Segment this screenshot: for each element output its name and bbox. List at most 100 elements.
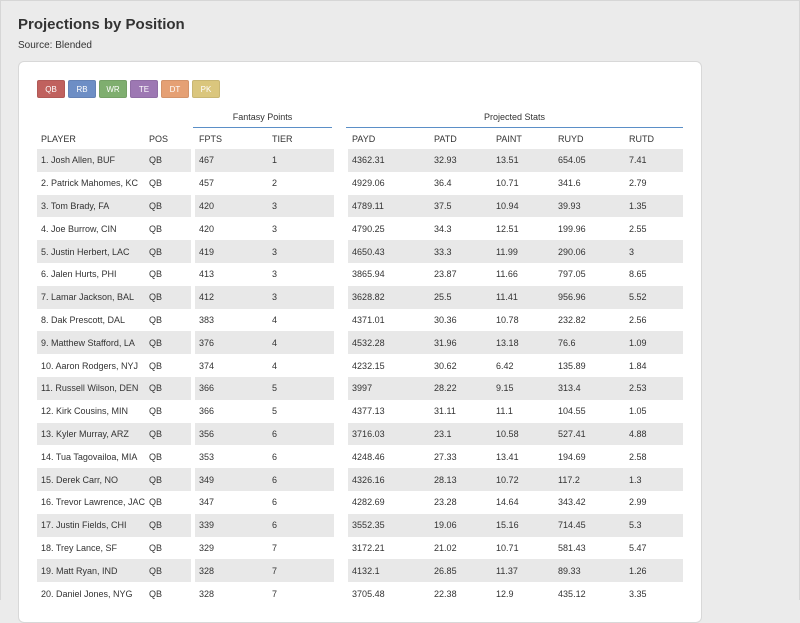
paint-cell: 11.1 <box>492 399 555 423</box>
fpts-cell: 383 <box>195 308 269 332</box>
rutd-cell: 1.84 <box>625 354 684 377</box>
player-name-cell: 8. Dak Prescott, DAL <box>37 308 146 332</box>
position-filter-te-button[interactable]: TE <box>130 80 158 98</box>
column-header-ruyd[interactable]: RUYD <box>554 129 625 149</box>
table-row[interactable]: 2. Patrick Mahomes, KC QB 457 2 4929.06 36.4 1… <box>37 171 684 195</box>
payd-cell: 4650.43 <box>348 240 431 263</box>
position-filter-rb-button[interactable]: RB <box>68 80 96 98</box>
table-row[interactable]: 4. Joe Burrow, CIN QB 420 3 4790.25 34.3 12.51… <box>37 217 684 241</box>
tier-cell: 6 <box>268 445 335 469</box>
column-header-rutd[interactable]: RUTD <box>625 129 683 149</box>
pos-cell: QB <box>145 262 192 286</box>
paint-cell: 11.37 <box>492 559 555 583</box>
table-row[interactable]: 14. Tua Tagovailoa, MIA QB 353 6 4248.46 27.3… <box>37 445 684 469</box>
paint-cell: 9.15 <box>492 376 555 400</box>
player-name-cell: 2. Patrick Mahomes, KC <box>37 171 146 195</box>
column-header-payd[interactable]: PAYD <box>348 129 430 149</box>
pos-cell: QB <box>145 240 192 263</box>
ruyd-cell: 39.93 <box>554 194 626 218</box>
ruyd-cell: 232.82 <box>554 308 626 332</box>
fpts-cell: 374 <box>195 354 269 377</box>
fpts-cell: 420 <box>195 217 269 241</box>
table-row[interactable]: 13. Kyler Murray, ARZ QB 356 6 3716.03 23.1 10… <box>37 422 684 446</box>
ruyd-cell: 797.05 <box>554 262 626 286</box>
player-name-cell: 11. Russell Wilson, DEN <box>37 376 146 400</box>
rutd-cell: 4.88 <box>625 422 684 446</box>
table-row[interactable]: 19. Matt Ryan, IND QB 328 7 4132.1 26.85 11.37… <box>37 559 684 583</box>
position-filter-dt-button[interactable]: DT <box>161 80 189 98</box>
pos-cell: QB <box>145 559 192 583</box>
table-row[interactable]: 15. Derek Carr, NO QB 349 6 4326.16 28.13 10.7… <box>37 468 684 491</box>
tier-cell: 6 <box>268 513 335 537</box>
payd-cell: 4326.16 <box>348 468 431 491</box>
patd-cell: 31.11 <box>430 399 493 423</box>
column-header-player[interactable]: PLAYER <box>37 129 145 149</box>
tier-cell: 5 <box>268 376 335 400</box>
table-row[interactable]: 18. Trey Lance, SF QB 329 7 3172.21 21.02 10.7… <box>37 536 684 560</box>
ruyd-cell: 654.05 <box>554 149 626 172</box>
column-header-tier[interactable]: TIER <box>268 129 334 149</box>
table-row[interactable]: 8. Dak Prescott, DAL QB 383 4 4371.01 30.36 10… <box>37 308 684 332</box>
pos-cell: QB <box>145 194 192 218</box>
player-name-cell: 1. Josh Allen, BUF <box>37 149 146 172</box>
player-name-cell: 6. Jalen Hurts, PHI <box>37 262 146 286</box>
paint-cell: 10.72 <box>492 468 555 491</box>
patd-cell: 30.36 <box>430 308 493 332</box>
table-row[interactable]: 11. Russell Wilson, DEN QB 366 5 3997 28.22 9.… <box>37 376 684 400</box>
patd-cell: 33.3 <box>430 240 493 263</box>
rutd-cell: 5.3 <box>625 513 684 537</box>
tier-cell: 7 <box>268 536 335 560</box>
column-spacer <box>334 331 349 355</box>
rutd-cell: 5.47 <box>625 536 684 560</box>
column-header-pos[interactable]: POS <box>145 129 191 149</box>
window-border-left <box>0 0 1 600</box>
tier-cell: 3 <box>268 217 335 241</box>
position-filter-pk-button[interactable]: PK <box>192 80 220 98</box>
table-row[interactable]: 6. Jalen Hurts, PHI QB 413 3 3865.94 23.87 11.… <box>37 262 684 286</box>
table-row[interactable]: 7. Lamar Jackson, BAL QB 412 3 3628.82 25.5 11… <box>37 285 684 309</box>
pos-cell: QB <box>145 376 192 400</box>
rutd-cell: 1.05 <box>625 399 684 423</box>
fpts-cell: 457 <box>195 171 269 195</box>
pos-cell: QB <box>145 536 192 560</box>
paint-cell: 11.99 <box>492 240 555 263</box>
position-filter-qb-button[interactable]: QB <box>37 80 65 98</box>
table-row[interactable]: 5. Justin Herbert, LAC QB 419 3 4650.43 33.3 1… <box>37 240 684 263</box>
column-header-patd[interactable]: PATD <box>430 129 492 149</box>
tier-cell: 3 <box>268 262 335 286</box>
column-header-paint[interactable]: PAINT <box>492 129 554 149</box>
ruyd-cell: 117.2 <box>554 468 626 491</box>
table-header-row: PLAYER POS FPTS TIER PAYD PATD PAINT RUYD RUTD <box>37 129 683 149</box>
source-label: Source: Blended <box>18 40 92 51</box>
column-header-fpts[interactable]: FPTS <box>195 129 268 149</box>
ruyd-cell: 343.42 <box>554 490 626 514</box>
column-spacer <box>334 536 349 560</box>
table-row[interactable]: 16. Trevor Lawrence, JAC QB 347 6 4282.69 23.… <box>37 490 684 514</box>
fpts-cell: 366 <box>195 399 269 423</box>
column-spacer <box>334 354 349 377</box>
position-filter-group: QB RB WR TE DT PK <box>37 80 220 98</box>
position-filter-wr-button[interactable]: WR <box>99 80 127 98</box>
payd-cell: 4362.31 <box>348 149 431 172</box>
ruyd-cell: 104.55 <box>554 399 626 423</box>
paint-cell: 10.78 <box>492 308 555 332</box>
table-row[interactable]: 10. Aaron Rodgers, NYJ QB 374 4 4232.15 30.62… <box>37 354 684 377</box>
player-name-cell: 18. Trey Lance, SF <box>37 536 146 560</box>
payd-cell: 4248.46 <box>348 445 431 469</box>
table-row[interactable]: 1. Josh Allen, BUF QB 467 1 4362.31 32.93 13.5… <box>37 149 684 172</box>
table-row[interactable]: 9. Matthew Stafford, LA QB 376 4 4532.28 31.9… <box>37 331 684 355</box>
fpts-cell: 339 <box>195 513 269 537</box>
ruyd-cell: 956.96 <box>554 285 626 309</box>
column-spacer <box>334 490 349 514</box>
ruyd-cell: 194.69 <box>554 445 626 469</box>
patd-cell: 25.5 <box>430 285 493 309</box>
payd-cell: 4282.69 <box>348 490 431 514</box>
player-name-cell: 13. Kyler Murray, ARZ <box>37 422 146 446</box>
table-row[interactable]: 3. Tom Brady, FA QB 420 3 4789.11 37.5 10.94 39… <box>37 194 684 218</box>
table-row[interactable]: 12. Kirk Cousins, MIN QB 366 5 4377.13 31.11 1… <box>37 399 684 423</box>
table-row[interactable]: 20. Daniel Jones, NYG QB 328 7 3705.48 22.38 1… <box>37 582 684 605</box>
ruyd-cell: 76.6 <box>554 331 626 355</box>
table-row[interactable]: 17. Justin Fields, CHI QB 339 6 3552.35 19.06… <box>37 513 684 537</box>
rutd-cell: 2.79 <box>625 171 684 195</box>
tier-cell: 2 <box>268 171 335 195</box>
